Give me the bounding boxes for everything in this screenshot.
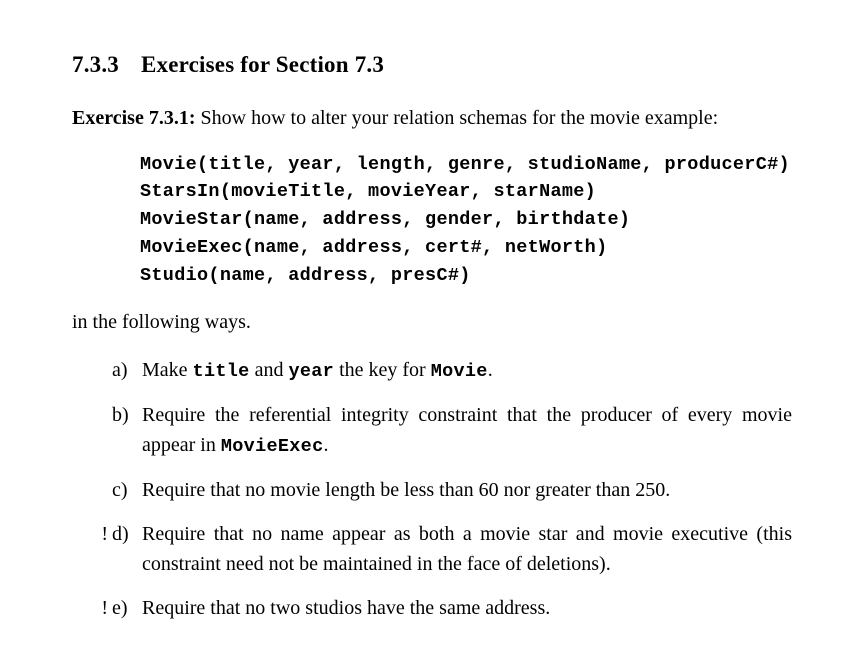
- body-text: the key for: [334, 359, 431, 381]
- exercise-list: a)Make title and year the key for Movie.…: [72, 355, 792, 623]
- body-text: Require that no two studios have the sam…: [142, 597, 550, 619]
- item-body: Require the referential integrity constr…: [142, 400, 792, 461]
- list-item: !d)Require that no name appear as both a…: [72, 519, 792, 579]
- section-title: Exercises for Section 7.3: [141, 52, 384, 77]
- item-marker: e): [112, 593, 142, 623]
- item-marker: d): [112, 519, 142, 549]
- section-number: 7.3.3: [72, 52, 119, 77]
- difficulty-marker: !: [72, 593, 112, 623]
- body-text: .: [323, 434, 328, 456]
- section-heading: 7.3.3 Exercises for Section 7.3: [72, 48, 792, 83]
- item-body: Require that no name appear as both a mo…: [142, 519, 792, 579]
- list-item: c)Require that no movie length be less t…: [72, 475, 792, 505]
- body-text: Require that no movie length be less tha…: [142, 479, 670, 501]
- list-item: b)Require the referential integrity cons…: [72, 400, 792, 461]
- code-text: Movie: [431, 361, 488, 382]
- list-item: a)Make title and year the key for Movie.: [72, 355, 792, 386]
- code-text: year: [288, 361, 334, 382]
- item-body: Require that no two studios have the sam…: [142, 593, 792, 623]
- exercise-intro: Exercise 7.3.1: Show how to alter your r…: [72, 103, 792, 133]
- continuation-text: in the following ways.: [72, 307, 792, 337]
- schema-block: Movie(title, year, length, genre, studio…: [140, 151, 792, 290]
- body-text: Require that no name appear as both a mo…: [142, 523, 792, 575]
- code-text: MovieExec: [221, 436, 324, 457]
- item-body: Make title and year the key for Movie.: [142, 355, 792, 386]
- difficulty-marker: !: [72, 519, 112, 549]
- exercise-label: Exercise 7.3.1:: [72, 107, 196, 129]
- body-text: .: [488, 359, 493, 381]
- code-text: title: [193, 361, 250, 382]
- item-marker: b): [112, 400, 142, 430]
- body-text: Make: [142, 359, 193, 381]
- intro-text: Show how to alter your relation schemas …: [196, 107, 719, 129]
- item-marker: a): [112, 355, 142, 385]
- item-body: Require that no movie length be less tha…: [142, 475, 792, 505]
- body-text: and: [250, 359, 289, 381]
- item-marker: c): [112, 475, 142, 505]
- page: 7.3.3 Exercises for Section 7.3 Exercise …: [0, 0, 864, 667]
- list-item: !e)Require that no two studios have the …: [72, 593, 792, 623]
